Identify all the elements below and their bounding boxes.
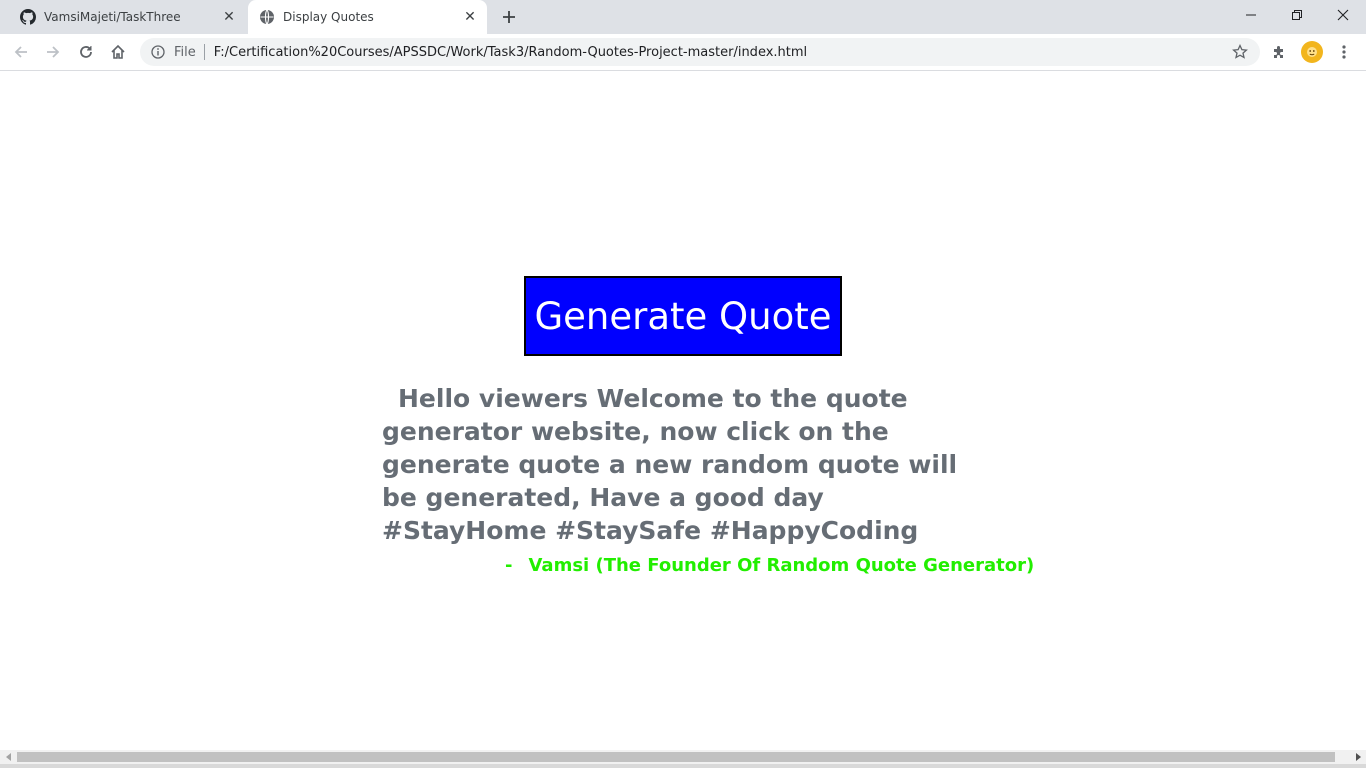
scroll-right-arrow-icon[interactable] — [1349, 750, 1366, 764]
scrollbar-thumb[interactable] — [17, 752, 1335, 762]
tab-title: VamsiMajeti/TaskThree — [44, 10, 181, 24]
quote-author: - Vamsi (The Founder Of Random Quote Gene… — [505, 555, 1034, 576]
author-name: Vamsi (The Founder Of Random Quote Gener… — [528, 555, 1035, 576]
github-icon — [20, 9, 36, 25]
close-tab-icon[interactable]: ✕ — [462, 9, 478, 25]
kebab-menu-icon[interactable] — [1334, 41, 1354, 63]
profile-avatar[interactable] — [1301, 41, 1323, 63]
quote-text: Hello viewers Welcome to the quote gener… — [382, 384, 958, 545]
scroll-left-arrow-icon[interactable] — [0, 750, 17, 764]
close-tab-icon[interactable]: ✕ — [221, 9, 237, 25]
taskbar-edge — [0, 764, 1366, 768]
reload-icon[interactable] — [75, 41, 97, 63]
horizontal-scrollbar[interactable] — [0, 750, 1366, 764]
tab-title: Display Quotes — [283, 10, 374, 24]
globe-icon — [259, 9, 275, 25]
restore-icon[interactable] — [1274, 0, 1320, 30]
tab-display-quotes[interactable]: Display Quotes ✕ — [248, 0, 487, 34]
back-arrow-icon[interactable] — [10, 41, 32, 63]
generate-quote-button[interactable]: Generate Quote — [524, 276, 842, 356]
close-window-icon[interactable] — [1320, 0, 1366, 30]
home-icon[interactable] — [107, 41, 129, 63]
new-tab-plus-icon[interactable] — [498, 7, 520, 27]
tab-strip: VamsiMajeti/TaskThree ✕ Display Quotes ✕ — [0, 0, 1366, 34]
tab-github[interactable]: VamsiMajeti/TaskThree ✕ — [0, 0, 246, 34]
address-bar[interactable]: File F:/Certification%20Courses/APSSDC/W… — [140, 38, 1260, 66]
info-icon[interactable] — [150, 44, 166, 60]
url-text[interactable]: F:/Certification%20Courses/APSSDC/Work/T… — [214, 45, 1230, 60]
extensions-puzzle-icon[interactable] — [1268, 41, 1290, 63]
minimize-icon[interactable] — [1228, 0, 1274, 30]
bookmark-star-icon[interactable] — [1230, 42, 1250, 62]
scheme-label: File — [174, 44, 196, 60]
browser-toolbar: File F:/Certification%20Courses/APSSDC/W… — [0, 34, 1366, 71]
forward-arrow-icon[interactable] — [42, 41, 64, 63]
page-content: Generate Quote Hello viewers Welcome to … — [0, 71, 1366, 750]
omnibox-divider — [203, 44, 205, 60]
author-dash: - — [505, 555, 513, 576]
